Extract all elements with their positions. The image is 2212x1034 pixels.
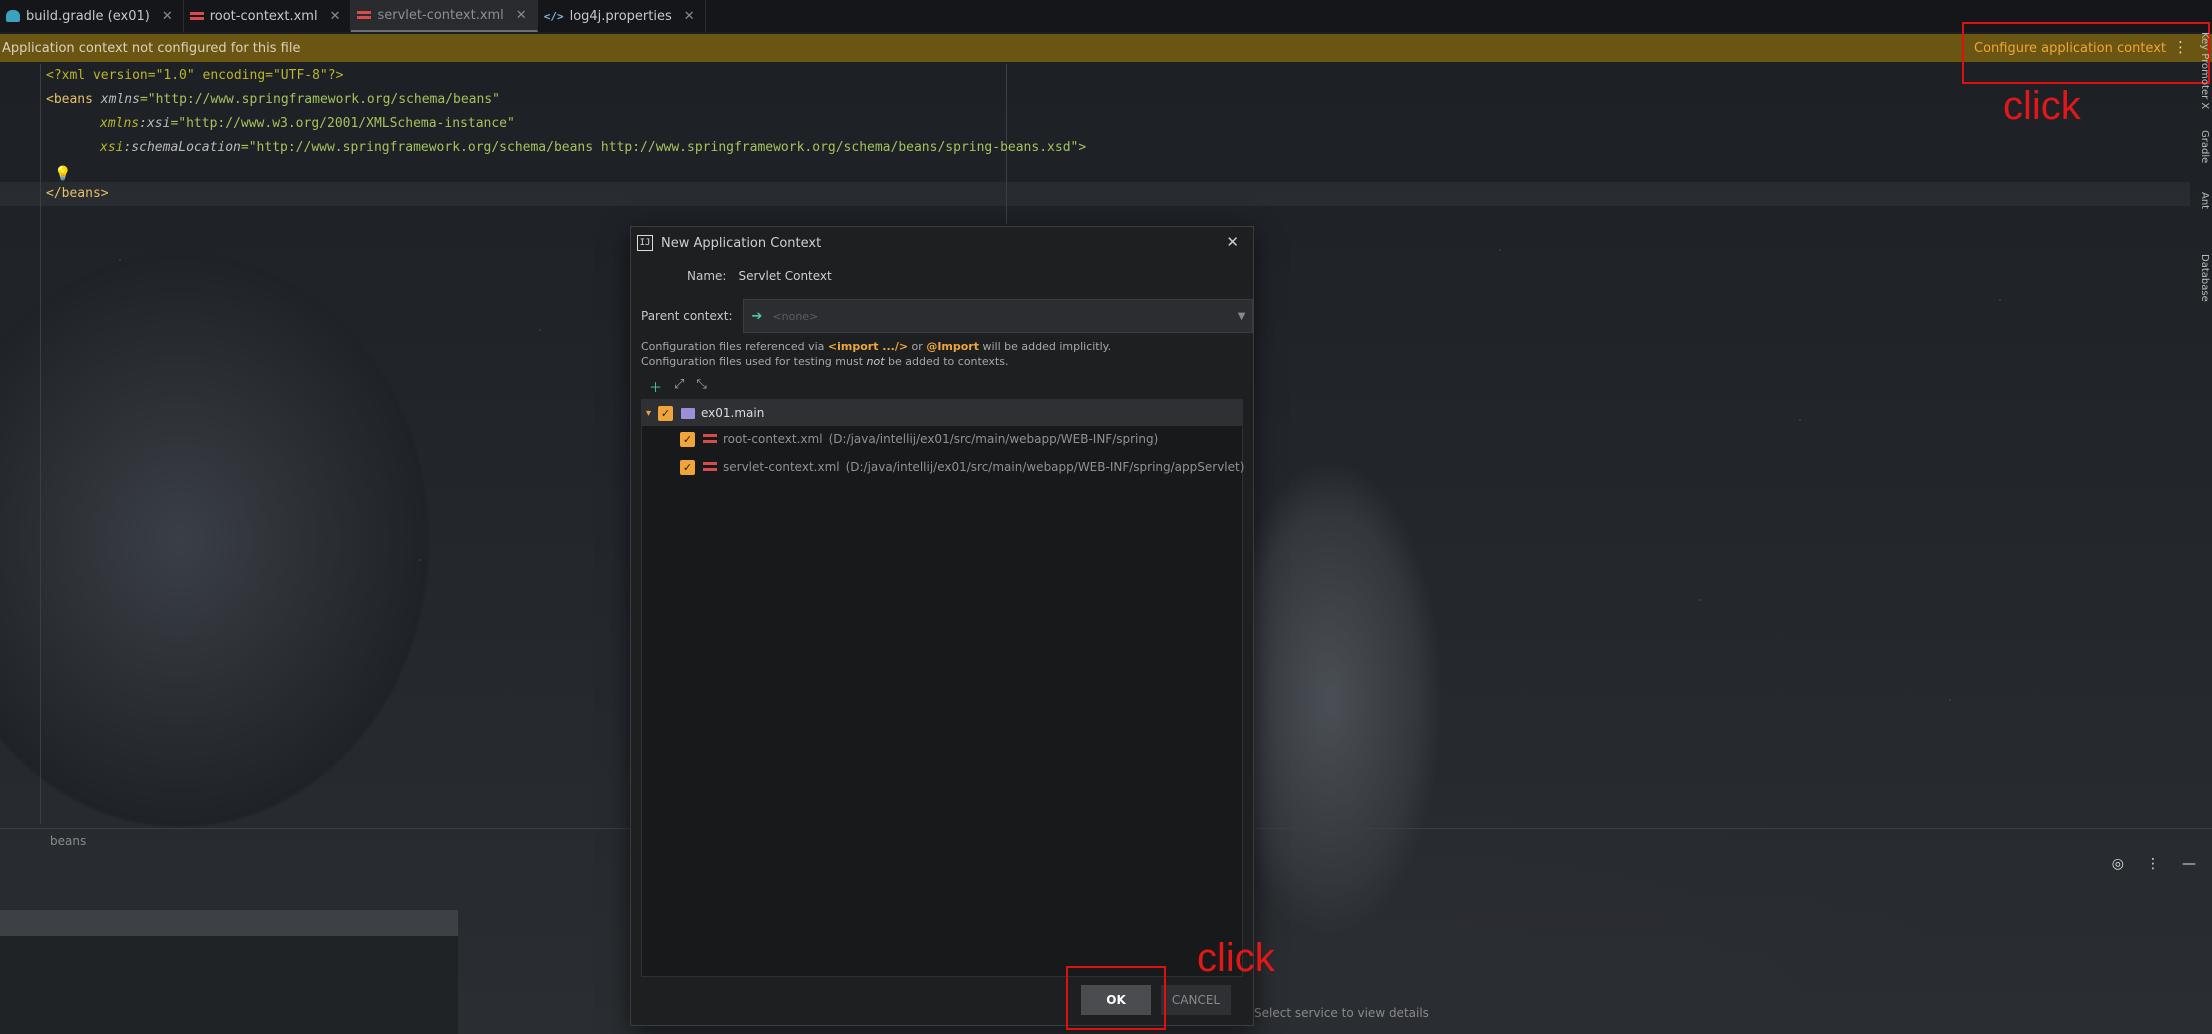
gradle-icon (6, 10, 20, 22)
services-tree-header (0, 910, 458, 936)
tab-label: servlet-context.xml (377, 7, 504, 23)
code-line-2: <beans xmlns="http://www.springframework… (46, 92, 500, 107)
panel-toolbar: ◎ ⋮ — (2112, 856, 2196, 872)
properties-icon: </> (543, 9, 564, 23)
name-field[interactable]: Servlet Context (738, 269, 831, 283)
module-checkbox[interactable]: ✓ (658, 405, 673, 421)
context-warning-banner: Application context not configured for t… (0, 34, 2212, 62)
tab-servlet-context[interactable]: servlet-context.xml ✕ (351, 0, 538, 32)
close-icon[interactable]: ✕ (1226, 233, 1239, 251)
tab-log4j-properties[interactable]: </> log4j.properties ✕ (538, 0, 706, 32)
services-tree (0, 936, 458, 1034)
file-checkbox[interactable]: ✓ (680, 459, 695, 475)
code-line-6: </beans> (46, 186, 109, 201)
editor-tab-bar: build.gradle (ex01) ✕ root-context.xml ✕… (0, 0, 2212, 32)
expand-all-icon[interactable]: ⤢ (674, 377, 684, 396)
module-folder-icon (681, 407, 695, 419)
lightbulb-icon[interactable]: 💡 (54, 166, 71, 182)
spring-xml-icon (703, 433, 717, 445)
parent-context-row: Parent context: ➔ <none> ▼ (641, 299, 1253, 333)
highlight-box-ok (1066, 966, 1166, 1030)
arrow-right-icon: ➔ (751, 308, 763, 324)
tool-ant[interactable]: Ant (2199, 192, 2210, 209)
cancel-button[interactable]: CANCEL (1161, 985, 1231, 1015)
name-label: Name: (687, 269, 727, 283)
tool-key-promoter[interactable]: Key Promoter X (2199, 32, 2210, 109)
parent-context-select[interactable]: ➔ <none> ▼ (742, 299, 1253, 333)
spring-xml-icon (189, 10, 204, 22)
new-application-context-dialog: IJ New Application Context ✕ Name: Servl… (630, 226, 1254, 1026)
file-checkbox[interactable]: ✓ (680, 431, 695, 447)
tree-toolbar: ＋ ⤢ ⤡ (649, 377, 707, 396)
name-row: Name: Servlet Context (687, 269, 832, 283)
collapse-all-icon[interactable]: ⤡ (696, 377, 706, 396)
chevron-down-icon[interactable]: ▼ (1238, 311, 1246, 322)
tab-label: root-context.xml (209, 8, 318, 24)
code-line-3: xmlns:xsi="http://www.w3.org/2001/XMLSch… (100, 116, 515, 131)
tree-row-file[interactable]: ✓ root-context.xml (D:/java/intellij/ex0… (642, 426, 1280, 452)
breadcrumb[interactable]: beans (50, 834, 86, 848)
close-icon[interactable]: ✕ (162, 9, 173, 24)
close-icon[interactable]: ✕ (516, 8, 527, 23)
tree-row-file[interactable]: ✓ servlet-context.xml (D:/java/intellij/… (642, 454, 1280, 480)
tab-root-context[interactable]: root-context.xml ✕ (184, 0, 352, 32)
tab-build-gradle[interactable]: build.gradle (ex01) ✕ (0, 0, 184, 32)
info-text: Configuration files referenced via <impo… (641, 340, 1112, 368)
right-tool-strip: Key Promoter X Gradle Ant Database (2192, 32, 2212, 1032)
tab-label: log4j.properties (569, 8, 672, 24)
tab-label: build.gradle (ex01) (26, 8, 150, 24)
banner-message: Application context not configured for t… (2, 40, 301, 56)
annotation-click-ok: click (1197, 936, 1275, 980)
code-line-4: xsi:schemaLocation="http://www.springfra… (100, 140, 1087, 155)
close-icon[interactable]: ✕ (684, 9, 695, 24)
file-name: root-context.xml (723, 432, 823, 446)
intellij-icon: IJ (637, 235, 653, 251)
dialog-title-bar: IJ New Application Context (631, 227, 1253, 259)
more-options-icon[interactable]: ⋮ (2146, 856, 2160, 872)
parent-context-value: <none> (772, 309, 819, 323)
config-files-tree: ▾ ✓ ex01.main ✓ root-context.xml (D:/jav… (641, 399, 1244, 977)
dialog-title: New Application Context (661, 235, 822, 251)
parent-context-label: Parent context: (641, 309, 733, 323)
tree-row-module[interactable]: ▾ ✓ ex01.main (642, 400, 1242, 426)
spring-xml-icon (703, 461, 717, 473)
code-line-1: <?xml version="1.0" encoding="UTF-8"?> (46, 68, 344, 83)
file-path: (D:/java/intellij/ex01/src/main/webapp/W… (845, 460, 1245, 474)
file-name: servlet-context.xml (723, 460, 840, 474)
spring-xml-icon (357, 9, 372, 21)
module-label: ex01.main (701, 406, 765, 420)
tool-database[interactable]: Database (2199, 254, 2210, 302)
chevron-down-icon[interactable]: ▾ (646, 408, 658, 419)
services-placeholder: Select service to view details (1254, 1006, 1429, 1020)
file-path: (D:/java/intellij/ex01/src/main/webapp/W… (828, 432, 1159, 446)
add-icon[interactable]: ＋ (649, 377, 662, 396)
close-icon[interactable]: ✕ (330, 9, 341, 24)
tool-gradle[interactable]: Gradle (2199, 130, 2210, 163)
target-icon[interactable]: ◎ (2112, 856, 2124, 872)
